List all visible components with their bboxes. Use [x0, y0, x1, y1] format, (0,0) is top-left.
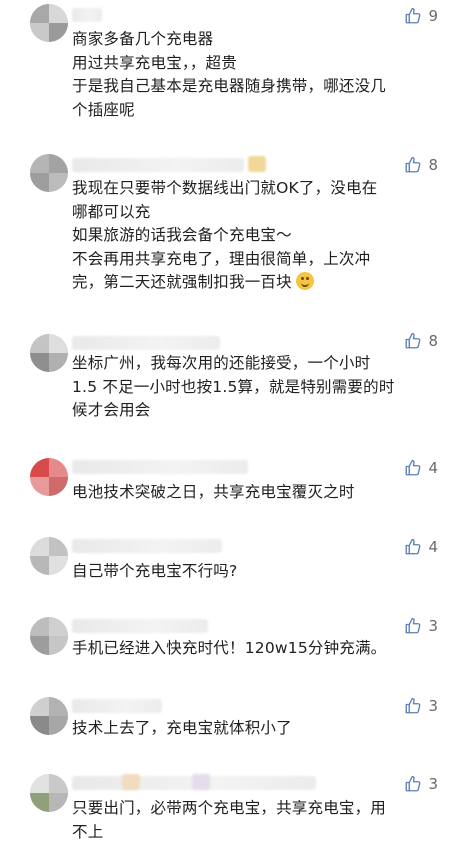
badge-blurred: [248, 156, 266, 172]
username-blurred: [72, 336, 220, 350]
like-button[interactable]: 4: [404, 537, 438, 557]
like-count: 3: [428, 617, 438, 635]
like-count: 8: [428, 156, 438, 174]
like-button[interactable]: 9: [404, 6, 438, 26]
username-blurred: [72, 539, 222, 553]
avatar[interactable]: [30, 697, 68, 735]
thumbs-up-icon: [406, 156, 421, 173]
like-button[interactable]: 4: [404, 458, 438, 478]
avatar[interactable]: [30, 154, 68, 192]
username-blurred: [72, 158, 244, 172]
like-count: 3: [428, 697, 438, 715]
badge-blurred: [122, 774, 140, 790]
username-blurred: [72, 460, 248, 474]
thumbs-up-icon: [406, 7, 421, 24]
username-blurred: [72, 699, 162, 713]
thumbs-up-icon: [406, 538, 421, 555]
comment-text: 自己带个充电宝不行吗?: [72, 562, 238, 580]
comment-text: 电池技术突破之日，共享充电宝覆灭之时: [72, 483, 355, 501]
avatar[interactable]: [30, 4, 68, 42]
like-count: 4: [428, 459, 438, 477]
like-button[interactable]: 3: [404, 696, 438, 716]
badge-blurred: [192, 774, 210, 790]
avatar[interactable]: [30, 334, 68, 372]
comment-text: 我现在只要带个数据线出门就OK了，没电在 哪都可以充 如果旅游的话我会备个充电宝…: [72, 179, 378, 292]
avatar[interactable]: [30, 774, 68, 812]
thumbs-up-icon: [406, 617, 421, 634]
comment-text: 手机已经进入快充时代！120w15分钟充满。: [72, 639, 387, 657]
thumbs-up-icon: [406, 775, 421, 792]
like-count: 9: [428, 7, 438, 25]
username-blurred: [72, 8, 102, 22]
like-button[interactable]: 3: [404, 616, 438, 636]
thumbs-up-icon: [406, 332, 421, 349]
like-button[interactable]: 3: [404, 774, 438, 794]
thumbs-up-icon: [406, 459, 421, 476]
like-button[interactable]: 8: [404, 331, 438, 351]
like-count: 8: [428, 332, 438, 350]
like-count: 4: [428, 538, 438, 556]
like-button[interactable]: 8: [404, 155, 438, 175]
username-blurred: [72, 619, 208, 633]
comment-text: 技术上去了，充电宝就体积小了: [72, 719, 292, 737]
like-count: 3: [428, 775, 438, 793]
avatar[interactable]: [30, 458, 68, 496]
comment-text: 商家多备几个充电器 用过共享充电宝，，超贵 于是我自己基本是充电器随身携带，哪还…: [72, 30, 387, 119]
thumbs-up-icon: [406, 697, 421, 714]
avatar[interactable]: [30, 617, 68, 655]
comment-text: 只要出门，必带两个充电宝，共享充电宝，用 不上: [72, 799, 387, 841]
avatar[interactable]: [30, 537, 68, 575]
smiling-face-icon: [295, 272, 314, 291]
comment-text: 坐标广州，我每次用的还能接受，一个小时 1.5 不足一小时也按1.5算，就是特别…: [72, 354, 395, 420]
